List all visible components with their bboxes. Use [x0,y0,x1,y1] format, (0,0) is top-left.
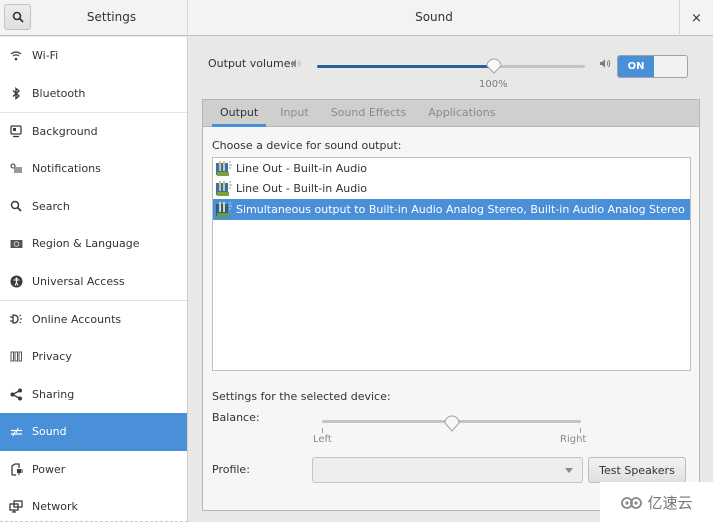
settings-window: Settings Sound × Wi-Fi Bluetooth Backgro… [0,0,713,522]
sharing-icon [9,387,23,401]
sound-panel: Output volume: 100% ON Output Input Soun… [189,37,713,522]
sidebar-item-online-accounts[interactable]: Online Accounts [0,300,187,338]
close-button[interactable]: × [679,0,713,36]
sidebar-item-label: Privacy [32,350,72,364]
output-volume-slider[interactable] [317,58,585,74]
search-icon [12,11,24,23]
watermark: 亿速云 [600,482,713,522]
page-title: Sound [415,10,453,24]
balance-tick-right [580,428,581,433]
selected-device-settings-label: Settings for the selected device: [212,390,391,403]
sidebar-item-wifi[interactable]: Wi-Fi [0,37,187,75]
online-accounts-icon [9,312,23,326]
output-volume-fill [317,65,494,68]
sidebar-item-label: Sound [32,425,67,439]
close-icon: × [691,10,702,26]
sidebar-item-label: Search [32,199,70,213]
tab-output[interactable]: Output [210,100,268,127]
sidebar-item-label: Background [32,124,98,138]
sound-icon [9,425,23,439]
sidebar-title: Settings [86,10,137,24]
cloud-logo-icon [621,497,643,509]
search-button[interactable] [4,4,31,30]
choose-device-label: Choose a device for sound output: [212,139,402,152]
sidebar-item-label: Online Accounts [32,312,122,326]
device-row[interactable]: Line Out - Built-in Audio [213,158,690,179]
sidebar-item-power[interactable]: Power [0,451,187,489]
privacy-icon [9,350,23,364]
sidebar-item-network[interactable]: Network [0,488,187,522]
device-label: Simultaneous output to Built-in Audio An… [236,202,685,216]
sound-card-icon [216,181,232,197]
tab-applications[interactable]: Applications [418,100,505,126]
chevron-down-icon [565,468,573,473]
sidebar-item-label: Bluetooth [32,86,86,100]
sidebar-item-background[interactable]: Background [0,112,187,150]
sidebar-item-label: Region & Language [32,237,140,251]
sidebar-item-region-language[interactable]: Region & Language [0,225,187,263]
tab-sound-effects[interactable]: Sound Effects [321,100,417,126]
output-volume-handle[interactable] [485,56,503,74]
profile-dropdown[interactable] [312,457,583,483]
sound-card-icon [216,160,232,176]
sidebar-item-label: Power [32,462,66,476]
test-speakers-button[interactable]: Test Speakers [588,457,686,483]
output-volume-value: 100% [479,79,508,90]
notifications-icon [9,162,23,176]
tab-bar: Output Input Sound Effects Applications [203,100,699,127]
sidebar-item-label: Network [32,500,78,514]
sidebar-item-sharing[interactable]: Sharing [0,375,187,413]
balance-handle[interactable] [443,412,461,432]
search-icon [9,199,23,213]
sidebar-item-label: Sharing [32,387,75,401]
tab-input[interactable]: Input [270,100,318,126]
device-row[interactable]: Line Out - Built-in Audio [213,179,690,200]
balance-left-label: Left [313,434,332,445]
region-icon [9,237,23,251]
sidebar-item-universal-access[interactable]: Universal Access [0,263,187,301]
device-row-selected[interactable]: Simultaneous output to Built-in Audio An… [213,199,690,220]
device-label: Line Out - Built-in Audio [236,161,368,175]
header-left: Settings [0,0,188,36]
sidebar-item-search[interactable]: Search [0,187,187,225]
output-volume-label: Output volume: [208,57,295,70]
balance-right-label: Right [560,434,587,445]
balance-slider[interactable] [322,415,581,432]
output-volume-switch[interactable]: ON [617,55,688,78]
volume-high-icon [599,58,612,72]
sidebar-item-label: Wi-Fi [32,49,59,63]
device-label: Line Out - Built-in Audio [236,182,368,196]
sound-card-icon [216,201,232,217]
bluetooth-icon [9,86,23,100]
balance-tick-left [322,428,323,433]
profile-label: Profile: [212,463,250,476]
background-icon [9,124,23,138]
sidebar-item-privacy[interactable]: Privacy [0,338,187,376]
sidebar: Wi-Fi Bluetooth Background Notifications… [0,37,188,522]
header-bar: Settings Sound × [0,0,713,36]
watermark-text: 亿速云 [647,493,693,512]
universal-access-icon [9,274,23,288]
network-icon [9,500,23,514]
output-device-list[interactable]: Line Out - Built-in Audio Line Out - Bui… [212,157,691,371]
sidebar-item-label: Notifications [32,162,101,176]
sidebar-item-label: Universal Access [32,274,125,288]
power-icon [9,462,23,476]
sidebar-item-bluetooth[interactable]: Bluetooth [0,75,187,113]
sidebar-item-sound[interactable]: Sound [0,412,187,451]
balance-label: Balance: [212,411,260,424]
switch-on-label: ON [618,56,654,77]
sidebar-item-notifications[interactable]: Notifications [0,150,187,188]
sound-notebook: Output Input Sound Effects Applications … [202,99,700,511]
wifi-icon [9,49,23,63]
volume-low-icon [290,58,302,72]
